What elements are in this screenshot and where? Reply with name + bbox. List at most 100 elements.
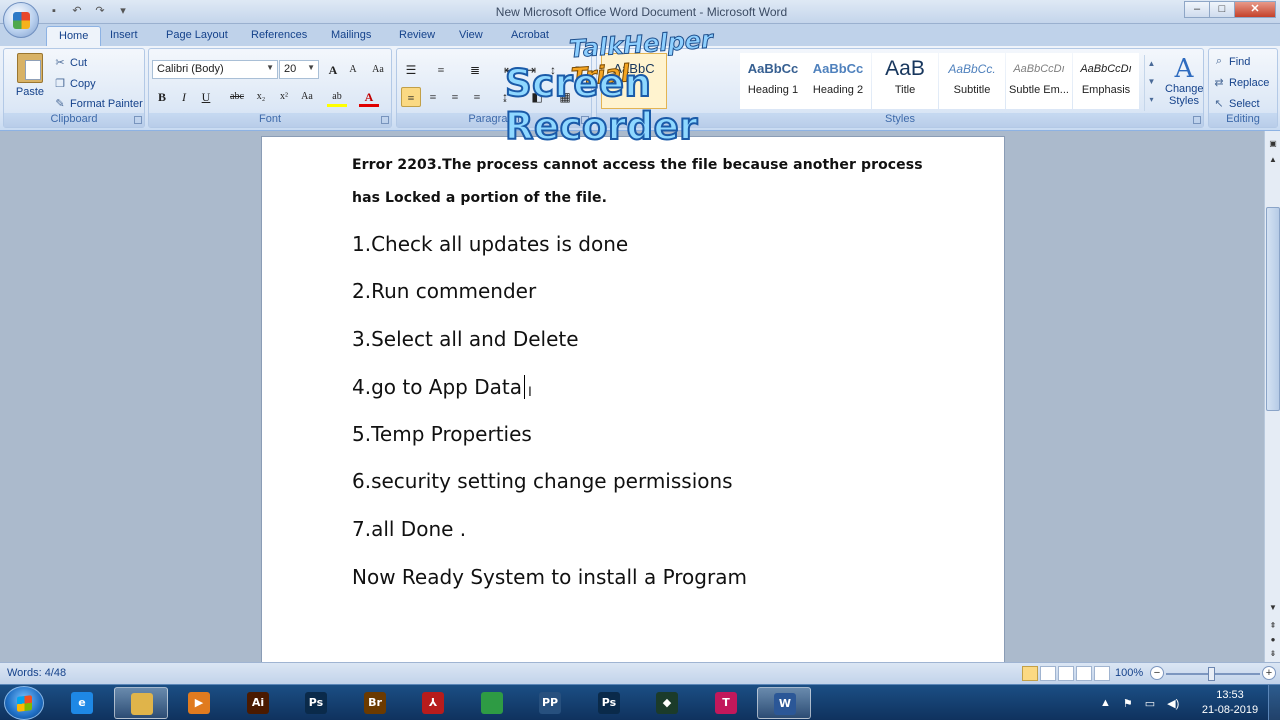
zoom-in-button[interactable]: + xyxy=(1262,666,1276,680)
borders-icon[interactable]: ▦ xyxy=(555,87,575,107)
tab-insert[interactable]: Insert xyxy=(110,29,138,41)
copy-button[interactable]: ❐ Copy xyxy=(54,77,96,91)
replace-button[interactable]: ⇄ Replace xyxy=(1213,76,1269,90)
action-center-flag-icon[interactable]: ⚑ xyxy=(1123,697,1133,710)
font-color-button[interactable]: A xyxy=(359,87,379,107)
scroll-up-icon[interactable]: ▲ xyxy=(1266,153,1280,167)
start-button[interactable] xyxy=(4,686,44,720)
scroll-thumb[interactable] xyxy=(1266,207,1280,411)
style-normal[interactable]: AaBbC xyxy=(601,53,667,109)
chevron-up-icon[interactable]: ▲ xyxy=(1145,55,1158,73)
strikethrough-button[interactable]: abc xyxy=(227,87,247,107)
scroll-down-icon[interactable]: ▼ xyxy=(1266,601,1280,615)
superscript-button[interactable]: x² xyxy=(274,87,294,107)
taskbar-app-internet-explorer[interactable]: e xyxy=(55,687,109,719)
document-area[interactable]: Error 2203.The process cannot access the… xyxy=(0,131,1264,662)
web-layout-icon[interactable] xyxy=(1058,666,1074,681)
subscript-button[interactable]: x₂ xyxy=(251,87,271,107)
style-heading-1[interactable]: AaBbCc Heading 1 xyxy=(740,53,806,109)
format-painter-button[interactable]: ✎ Format Painter xyxy=(54,97,142,111)
dialog-launcher-icon[interactable] xyxy=(381,116,389,124)
bold-button[interactable]: B xyxy=(152,87,172,107)
draft-icon[interactable] xyxy=(1094,666,1110,681)
sort-icon[interactable]: ↕ xyxy=(543,60,563,80)
taskbar-app-acrobat[interactable]: ⅄ xyxy=(406,687,460,719)
taskbar-app-photoshop[interactable]: Ps xyxy=(289,687,343,719)
decrease-indent-icon[interactable]: ⇤ xyxy=(499,60,519,80)
shading-icon[interactable]: ◧ xyxy=(527,87,547,107)
zoom-level[interactable]: 100% xyxy=(1115,667,1143,679)
next-page-icon[interactable]: ⇟ xyxy=(1266,647,1280,661)
volume-icon[interactable]: ◀) xyxy=(1167,697,1179,710)
show-hidden-icons-icon[interactable]: ▲ xyxy=(1100,697,1111,709)
style-title[interactable]: AaB Title xyxy=(872,53,938,109)
tab-references[interactable]: References xyxy=(251,29,307,41)
zoom-slider[interactable]: − + xyxy=(1150,666,1276,682)
outline-icon[interactable] xyxy=(1076,666,1092,681)
bullets-icon[interactable]: ☰ xyxy=(401,60,421,80)
taskbar-app-media-player[interactable]: ▶ xyxy=(172,687,226,719)
find-button[interactable]: ⌕ Find xyxy=(1213,55,1251,68)
taskbar-app-filmora[interactable]: ◆ xyxy=(640,687,694,719)
dialog-launcher-icon[interactable] xyxy=(134,116,142,124)
ruler-toggle-icon[interactable]: ▣ xyxy=(1266,137,1280,151)
grow-font-button[interactable]: A xyxy=(323,60,343,80)
tab-acrobat[interactable]: Acrobat xyxy=(511,29,549,41)
dialog-launcher-icon[interactable] xyxy=(581,116,589,124)
style-heading-2[interactable]: AaBbCc Heading 2 xyxy=(805,53,871,109)
cut-button[interactable]: ✂ Cut xyxy=(54,56,87,70)
network-icon[interactable]: ▭ xyxy=(1145,697,1155,710)
taskbar-app-file-explorer[interactable] xyxy=(114,687,168,719)
paste-button[interactable]: Paste xyxy=(12,53,48,98)
document-page[interactable]: Error 2203.The process cannot access the… xyxy=(261,136,1005,662)
underline-button[interactable]: U xyxy=(196,87,216,107)
maximize-button[interactable]: □ xyxy=(1209,1,1235,18)
minimize-button[interactable]: – xyxy=(1184,1,1210,18)
style-subtle-emphasis[interactable]: AaBbCcDı Subtle Em... xyxy=(1006,53,1072,109)
align-center-icon[interactable]: ≡ xyxy=(423,87,443,107)
taskbar-app-word[interactable]: W xyxy=(757,687,811,719)
previous-page-icon[interactable]: ⇞ xyxy=(1266,619,1280,633)
chevron-down-icon[interactable]: ▼ xyxy=(1145,73,1158,91)
vertical-scrollbar[interactable]: ▣ ▲ ▼ ⇞ ● ⇟ xyxy=(1264,131,1280,662)
taskbar-app-bridge[interactable]: Br xyxy=(348,687,402,719)
full-screen-reading-icon[interactable] xyxy=(1040,666,1056,681)
change-styles-button[interactable]: A Change Styles xyxy=(1165,55,1204,107)
tab-mailings[interactable]: Mailings xyxy=(331,29,371,41)
justify-icon[interactable]: ≡ xyxy=(467,87,487,107)
select-button[interactable]: ↖ Select xyxy=(1213,97,1259,111)
numbering-icon[interactable]: ≡ xyxy=(431,60,451,80)
tab-review[interactable]: Review xyxy=(399,29,435,41)
tab-page-layout[interactable]: Page Layout xyxy=(166,29,228,41)
clock[interactable]: 13:53 21-08-2019 xyxy=(1200,688,1260,718)
align-right-icon[interactable]: ≡ xyxy=(445,87,465,107)
clear-formatting-button[interactable]: Aa xyxy=(368,60,388,80)
more-icon[interactable]: ▾ xyxy=(1145,91,1158,109)
print-layout-icon[interactable] xyxy=(1022,666,1038,681)
taskbar-app-chrome[interactable] xyxy=(465,687,519,719)
dialog-launcher-icon[interactable] xyxy=(1193,116,1201,124)
browse-object-icon[interactable]: ● xyxy=(1266,633,1280,647)
highlight-button[interactable]: ab xyxy=(327,87,347,107)
taskbar-app-presenter[interactable]: PP xyxy=(523,687,577,719)
office-button[interactable] xyxy=(3,2,39,38)
style-subtitle[interactable]: AaBbCc. Subtitle xyxy=(939,53,1005,109)
show-desktop-button[interactable] xyxy=(1268,685,1280,720)
taskbar-app-illustrator[interactable]: Ai xyxy=(231,687,285,719)
change-case-button[interactable]: Aa xyxy=(297,87,317,107)
word-count[interactable]: Words: 4/48 xyxy=(7,667,66,679)
shrink-font-button[interactable]: A xyxy=(343,60,363,80)
zoom-knob[interactable] xyxy=(1208,667,1215,681)
show-marks-button[interactable]: ¶ xyxy=(567,60,587,80)
taskbar-app-talkhelper[interactable]: T xyxy=(699,687,753,719)
multilevel-list-icon[interactable]: ≣ xyxy=(465,60,485,80)
increase-indent-icon[interactable]: ⇥ xyxy=(521,60,541,80)
style-emphasis[interactable]: AaBbCcDı Emphasis xyxy=(1073,53,1139,109)
align-left-icon[interactable]: ≡ xyxy=(401,87,421,107)
styles-gallery-scroll[interactable]: ▲ ▼ ▾ xyxy=(1144,55,1158,111)
close-button[interactable]: ✕ xyxy=(1234,1,1276,18)
tab-view[interactable]: View xyxy=(459,29,483,41)
font-size-select[interactable]: 20 ▼ xyxy=(279,60,319,79)
taskbar-app-photoshop-2[interactable]: Ps xyxy=(582,687,636,719)
zoom-out-button[interactable]: − xyxy=(1150,666,1164,680)
